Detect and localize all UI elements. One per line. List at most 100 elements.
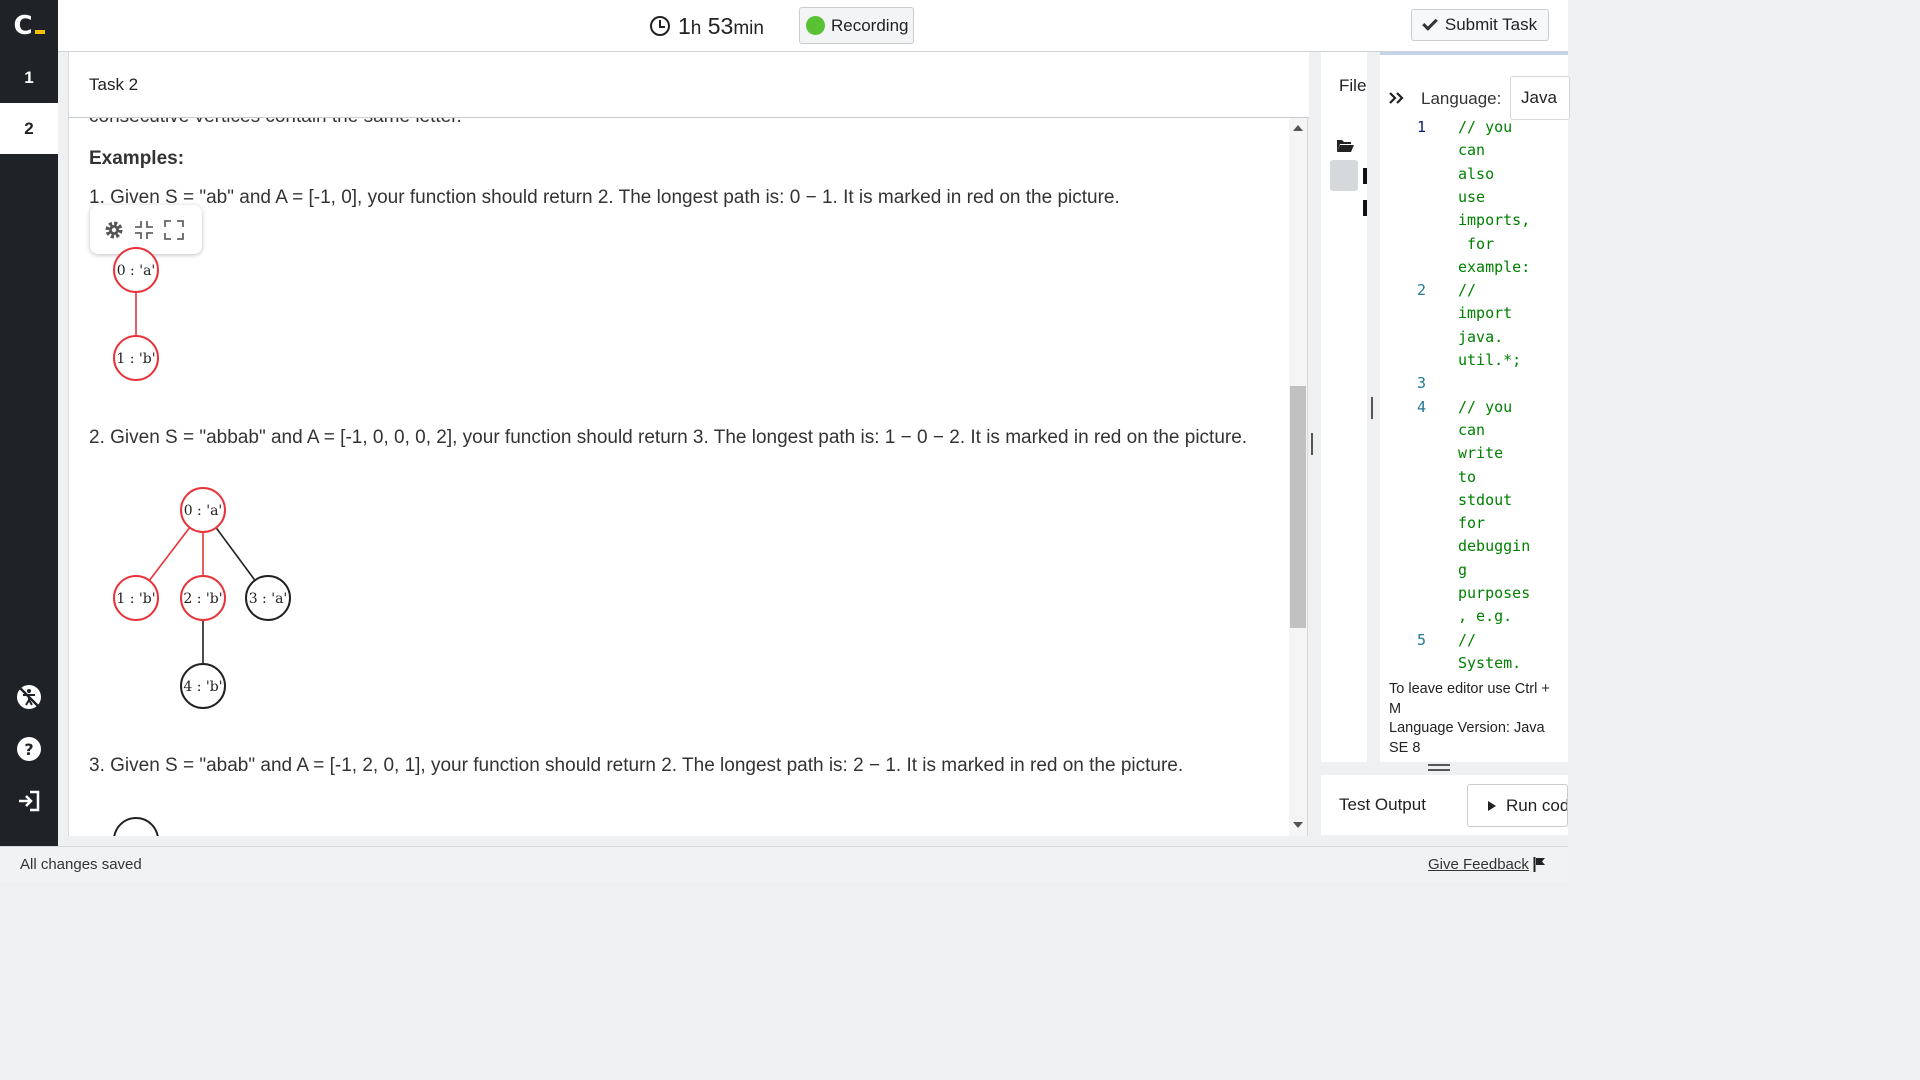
- code-comment: debuggin: [1458, 537, 1531, 556]
- code-line[interactable]: imports,: [1380, 211, 1568, 234]
- code-line[interactable]: util.*;: [1380, 351, 1568, 374]
- run-code-button[interactable]: Run code: [1467, 784, 1568, 827]
- code-comment: purposes: [1458, 584, 1531, 602]
- code-line[interactable]: can: [1380, 141, 1568, 164]
- task-description-panel: Task 2 consecutive vertices contain the …: [68, 52, 1309, 836]
- code-line[interactable]: 2 //: [1380, 281, 1568, 304]
- graph1-node-1-label: 1 : 'b': [116, 351, 155, 367]
- example-3-text: 3. Given S = "abab" and A = [-1, 2, 0, 1…: [89, 755, 1184, 776]
- timer-hours-unit: h: [690, 17, 702, 39]
- top-bar: C 1h 53min Recording Submit Task: [0, 0, 1568, 52]
- code-line[interactable]: purposes: [1380, 584, 1568, 607]
- graph2-node-2: 2 : 'b': [180, 575, 226, 621]
- code-line[interactable]: can: [1380, 421, 1568, 444]
- code-comment: for: [1458, 514, 1486, 533]
- editor-help-shortcut: To leave editor use Ctrl + M: [1389, 681, 1550, 717]
- code-line[interactable]: also: [1380, 165, 1568, 188]
- file-marker: [1363, 168, 1367, 184]
- code-comment: can: [1458, 141, 1486, 160]
- code-comment: use: [1458, 187, 1486, 206]
- graph2-node-4-label: 4 : 'b': [183, 679, 222, 695]
- code-comment: to: [1458, 467, 1477, 486]
- save-status: All changes saved: [20, 856, 142, 873]
- code-editor: Language: Java 1 // you can also use imports,…: [1380, 52, 1570, 762]
- code-area[interactable]: 1 // you can also use imports, for example: 2 //…: [1380, 118, 1568, 674]
- code-line[interactable]: stdout: [1380, 491, 1568, 514]
- code-comment: import: [1458, 304, 1513, 323]
- editor-language-version: Language Version: Java SE 8: [1389, 720, 1545, 756]
- line-number: 2: [1417, 281, 1427, 300]
- code-line[interactable]: g: [1380, 561, 1568, 584]
- sidebar-item-task-1[interactable]: 1: [0, 52, 58, 103]
- svg-text:?: ?: [24, 740, 33, 759]
- task-scrollbar-thumb[interactable]: [1290, 386, 1306, 628]
- codility-logo: C: [0, 0, 58, 52]
- accessibility-off-icon[interactable]: [16, 684, 42, 710]
- graph2-node-3-label: 3 : 'a': [249, 591, 288, 607]
- code-line[interactable]: use: [1380, 188, 1568, 211]
- gear-icon[interactable]: [104, 220, 124, 240]
- collapse-icon[interactable]: [134, 220, 154, 240]
- code-line[interactable]: 3: [1380, 374, 1568, 397]
- code-comment: , e.g.: [1458, 607, 1513, 626]
- graph2-node-0-label: 0 : 'a': [184, 503, 223, 519]
- code-comment: write: [1458, 444, 1504, 463]
- submit-task-button[interactable]: Submit Task: [1411, 9, 1549, 41]
- language-bar: Language: Java: [1380, 76, 1570, 120]
- language-select[interactable]: Java: [1510, 76, 1570, 120]
- panel-resize-handle[interactable]: [1311, 433, 1313, 455]
- sidebar-item-task-2[interactable]: 2: [0, 103, 58, 154]
- flag-icon[interactable]: [1533, 857, 1545, 872]
- code-line[interactable]: for: [1380, 514, 1568, 537]
- sign-out-icon[interactable]: [16, 788, 42, 814]
- file-panel-label: File: [1339, 76, 1367, 95]
- code-line[interactable]: 5 //: [1380, 631, 1568, 654]
- code-line[interactable]: to: [1380, 468, 1568, 491]
- file-tab[interactable]: [1330, 160, 1358, 191]
- scroll-up-arrow-icon[interactable]: [1293, 125, 1303, 131]
- run-code-label: Run code: [1506, 795, 1567, 815]
- recording-button[interactable]: Recording: [799, 7, 914, 44]
- timer-hours: 1: [678, 12, 691, 39]
- code-line[interactable]: example:: [1380, 258, 1568, 281]
- code-line[interactable]: write: [1380, 444, 1568, 467]
- output-resize-grip-icon[interactable]: [1428, 764, 1450, 771]
- code-comment: // you: [1458, 118, 1513, 136]
- code-line[interactable]: 4 // you: [1380, 398, 1568, 421]
- timer: 1h 53min: [650, 10, 764, 42]
- example-1-text: 1. Given S = "ab" and A = [-1, 0], your …: [89, 187, 1120, 208]
- code-comment: also: [1458, 164, 1495, 183]
- file-panel: File: [1321, 52, 1367, 762]
- code-line[interactable]: 1 // you: [1380, 118, 1568, 141]
- code-line[interactable]: System.: [1380, 654, 1568, 674]
- code-line[interactable]: debuggin: [1380, 537, 1568, 560]
- give-feedback-link[interactable]: Give Feedback: [1428, 856, 1529, 873]
- language-label: Language:: [1421, 89, 1502, 108]
- editor-resize-handle[interactable]: [1371, 397, 1373, 419]
- code-comment: imports,: [1458, 211, 1531, 230]
- code-comment: //: [1458, 281, 1477, 300]
- double-chevron-right-icon[interactable]: [1388, 91, 1406, 105]
- code-line[interactable]: for: [1380, 235, 1568, 258]
- scroll-down-arrow-icon[interactable]: [1293, 822, 1303, 828]
- code-line[interactable]: java.: [1380, 328, 1568, 351]
- task-title: Task 2: [69, 52, 1309, 118]
- graph2-node-1: 1 : 'b': [113, 575, 159, 621]
- recording-label: Recording: [831, 15, 909, 35]
- examples-heading: Examples:: [89, 148, 185, 169]
- timer-minutes: 53: [707, 12, 734, 39]
- task-description-body[interactable]: consecutive vertices contain the same le…: [69, 118, 1287, 836]
- file-marker: [1363, 200, 1367, 216]
- help-icon[interactable]: ?: [16, 736, 42, 762]
- code-comment: //: [1458, 630, 1477, 649]
- graph1-node-0: 0 : 'a': [113, 247, 159, 293]
- fullscreen-icon[interactable]: [164, 219, 184, 240]
- folder-open-icon[interactable]: [1336, 138, 1354, 153]
- code-line[interactable]: import: [1380, 304, 1568, 327]
- code-comment: g: [1458, 560, 1468, 579]
- code-comment: can: [1458, 420, 1486, 439]
- code-line[interactable]: , e.g.: [1380, 607, 1568, 630]
- line-number: 1: [1417, 118, 1427, 136]
- line-number: 4: [1417, 397, 1427, 416]
- timer-minutes-unit: min: [733, 17, 764, 39]
